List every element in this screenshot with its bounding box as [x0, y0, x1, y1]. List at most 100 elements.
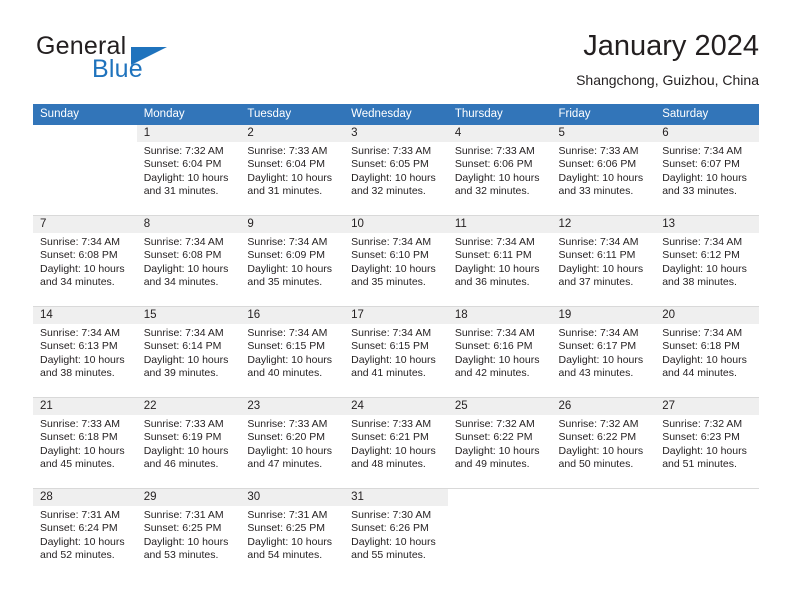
calendar-day[interactable]: 3 Sunrise: 7:33 AM Sunset: 6:05 PM Daylight… [344, 125, 448, 215]
daylight-text-line2: and 32 minutes. [351, 184, 426, 197]
daylight-text-line1: Daylight: 10 hours [143, 535, 229, 548]
sunrise-text: Sunrise: 7:33 AM [143, 418, 224, 430]
daylight-text-line2: and 49 minutes. [454, 457, 530, 470]
calendar-day[interactable]: 11 Sunrise: 7:34 AM Sunset: 6:11 PM Dayligh… [447, 216, 552, 306]
calendar-cell: 19 Sunrise: 7:34 AM Sunset: 6:17 PM Dayligh… [551, 306, 656, 398]
calendar-day[interactable]: 17 Sunrise: 7:34 AM Sunset: 6:15 PM Dayligh… [344, 307, 448, 397]
calendar-cell: 27 Sunrise: 7:32 AM Sunset: 6:23 PM Dayligh… [655, 397, 759, 489]
daylight-text-line1: Daylight: 10 hours [662, 444, 747, 457]
calendar-cell: 6 Sunrise: 7:34 AM Sunset: 6:07 PM Daylight… [655, 125, 759, 216]
title-block: January 2024 Shangchong, Guizhou, China [576, 28, 759, 91]
calendar-day[interactable]: 6 Sunrise: 7:34 AM Sunset: 6:07 PM Daylight… [655, 125, 759, 215]
sunset-text: Sunset: 6:13 PM [40, 340, 118, 353]
calendar-cell: 4 Sunrise: 7:33 AM Sunset: 6:06 PM Daylight… [447, 125, 552, 216]
calendar-day[interactable]: 25 Sunrise: 7:32 AM Sunset: 6:22 PM Dayligh… [447, 398, 552, 488]
sunrise-text: Sunrise: 7:33 AM [351, 418, 432, 430]
page-title: January 2024 [583, 30, 759, 62]
sunrise-text: Sunrise: 7:34 AM [662, 327, 743, 339]
daylight-text-line2: and 35 minutes. [351, 275, 426, 288]
calendar-cell [33, 125, 137, 216]
calendar-day[interactable]: 1 Sunrise: 7:32 AM Sunset: 6:04 PM Daylight… [136, 125, 241, 215]
day-number: 10 [344, 216, 448, 233]
sunrise-text: Sunrise: 7:33 AM [558, 145, 639, 157]
column-header-saturday: Saturday [655, 104, 759, 125]
calendar-day[interactable]: 14 Sunrise: 7:34 AM Sunset: 6:13 PM Dayligh… [33, 307, 137, 397]
calendar-cell: 20 Sunrise: 7:34 AM Sunset: 6:18 PM Dayligh… [655, 306, 759, 398]
daylight-text-line2: and 33 minutes. [662, 184, 737, 197]
column-header-friday: Friday [551, 104, 656, 125]
day-details: Sunrise: 7:34 AM Sunset: 6:11 PM Daylight:… [448, 233, 552, 289]
calendar-day[interactable]: 29 Sunrise: 7:31 AM Sunset: 6:25 PM Dayligh… [136, 489, 241, 579]
daylight-text-line2: and 44 minutes. [662, 366, 737, 379]
calendar-body: 1 Sunrise: 7:32 AM Sunset: 6:04 PM Daylight… [33, 125, 759, 579]
sunset-text: Sunset: 6:18 PM [662, 340, 740, 353]
calendar-day[interactable]: 28 Sunrise: 7:31 AM Sunset: 6:24 PM Dayligh… [33, 489, 137, 579]
calendar-day[interactable]: 12 Sunrise: 7:34 AM Sunset: 6:11 PM Dayligh… [551, 216, 656, 306]
calendar-day[interactable]: 5 Sunrise: 7:33 AM Sunset: 6:06 PM Daylight… [551, 125, 656, 215]
calendar-day[interactable]: 7 Sunrise: 7:34 AM Sunset: 6:08 PM Daylight… [33, 216, 137, 306]
sunset-text: Sunset: 6:09 PM [247, 249, 326, 262]
daylight-text-line1: Daylight: 10 hours [558, 171, 644, 184]
daylight-text-line1: Daylight: 10 hours [40, 353, 125, 366]
calendar-cell: 31 Sunrise: 7:30 AM Sunset: 6:26 PM Dayligh… [344, 488, 448, 579]
day-details: Sunrise: 7:34 AM Sunset: 6:15 PM Daylight:… [240, 324, 344, 380]
calendar-day[interactable]: 15 Sunrise: 7:34 AM Sunset: 6:14 PM Dayligh… [136, 307, 241, 397]
calendar-day[interactable]: 18 Sunrise: 7:34 AM Sunset: 6:16 PM Dayligh… [447, 307, 552, 397]
day-number: 4 [447, 125, 552, 142]
calendar-day[interactable]: 23 Sunrise: 7:33 AM Sunset: 6:20 PM Dayligh… [240, 398, 345, 488]
day-details: Sunrise: 7:32 AM Sunset: 6:22 PM Daylight:… [448, 415, 552, 471]
calendar-day[interactable]: 8 Sunrise: 7:34 AM Sunset: 6:08 PM Daylight… [136, 216, 241, 306]
day-number: 29 [136, 489, 241, 506]
calendar-day[interactable]: 22 Sunrise: 7:33 AM Sunset: 6:19 PM Dayligh… [136, 398, 241, 488]
calendar-day[interactable]: 31 Sunrise: 7:30 AM Sunset: 6:26 PM Dayligh… [344, 489, 448, 579]
calendar-day[interactable]: 27 Sunrise: 7:32 AM Sunset: 6:23 PM Dayligh… [655, 398, 759, 488]
day-number: 16 [240, 307, 345, 324]
brand-logo[interactable]: General Blue [33, 32, 273, 88]
calendar-day[interactable]: 21 Sunrise: 7:33 AM Sunset: 6:18 PM Dayligh… [33, 398, 137, 488]
calendar-day[interactable]: 10 Sunrise: 7:34 AM Sunset: 6:10 PM Dayligh… [344, 216, 448, 306]
calendar-week-row: 7 Sunrise: 7:34 AM Sunset: 6:08 PM Daylight… [33, 215, 759, 307]
sunset-text: Sunset: 6:19 PM [143, 431, 222, 444]
calendar-day[interactable]: 30 Sunrise: 7:31 AM Sunset: 6:25 PM Dayligh… [240, 489, 345, 579]
daylight-text-line1: Daylight: 10 hours [662, 262, 747, 275]
calendar-day[interactable]: 26 Sunrise: 7:32 AM Sunset: 6:22 PM Dayligh… [551, 398, 656, 488]
calendar-day[interactable]: 20 Sunrise: 7:34 AM Sunset: 6:18 PM Dayligh… [655, 307, 759, 397]
calendar-cell: 12 Sunrise: 7:34 AM Sunset: 6:11 PM Dayligh… [551, 215, 656, 307]
daylight-text-line1: Daylight: 10 hours [247, 171, 333, 184]
calendar-cell: 24 Sunrise: 7:33 AM Sunset: 6:21 PM Dayligh… [344, 397, 448, 489]
calendar-day[interactable]: 4 Sunrise: 7:33 AM Sunset: 6:06 PM Daylight… [447, 125, 552, 215]
sunset-text: Sunset: 6:11 PM [454, 249, 532, 262]
calendar-day[interactable]: 24 Sunrise: 7:33 AM Sunset: 6:21 PM Dayligh… [344, 398, 448, 488]
daylight-text-line1: Daylight: 10 hours [558, 262, 644, 275]
calendar-cell: 10 Sunrise: 7:34 AM Sunset: 6:10 PM Dayligh… [344, 215, 448, 307]
daylight-text-line1: Daylight: 10 hours [454, 171, 540, 184]
daylight-text-line1: Daylight: 10 hours [662, 353, 747, 366]
day-details: Sunrise: 7:34 AM Sunset: 6:16 PM Daylight:… [448, 324, 552, 380]
daylight-text-line1: Daylight: 10 hours [351, 171, 436, 184]
page-header: General Blue January 2024 Shangchong, Gu… [33, 28, 759, 96]
calendar-day[interactable]: 16 Sunrise: 7:34 AM Sunset: 6:15 PM Dayligh… [240, 307, 345, 397]
sunrise-text: Sunrise: 7:34 AM [143, 327, 224, 339]
calendar-day[interactable]: 19 Sunrise: 7:34 AM Sunset: 6:17 PM Dayligh… [551, 307, 656, 397]
sunrise-text: Sunrise: 7:34 AM [454, 236, 535, 248]
daylight-text-line1: Daylight: 10 hours [247, 444, 333, 457]
sunset-text: Sunset: 6:25 PM [247, 522, 326, 535]
day-number: 22 [136, 398, 241, 415]
daylight-text-line2: and 55 minutes. [351, 548, 426, 561]
sunrise-text: Sunrise: 7:34 AM [40, 327, 120, 339]
calendar-day[interactable]: 13 Sunrise: 7:34 AM Sunset: 6:12 PM Dayligh… [655, 216, 759, 306]
column-header-wednesday: Wednesday [344, 104, 448, 125]
sunset-text: Sunset: 6:06 PM [454, 158, 533, 171]
calendar-day[interactable]: 2 Sunrise: 7:33 AM Sunset: 6:04 PM Daylight… [240, 125, 345, 215]
calendar-cell: 14 Sunrise: 7:34 AM Sunset: 6:13 PM Dayligh… [33, 306, 137, 398]
daylight-text-line1: Daylight: 10 hours [351, 262, 436, 275]
daylight-text-line2: and 42 minutes. [454, 366, 530, 379]
day-number: 7 [33, 216, 137, 233]
daylight-text-line2: and 53 minutes. [143, 548, 219, 561]
calendar-day[interactable]: 9 Sunrise: 7:34 AM Sunset: 6:09 PM Daylight… [240, 216, 345, 306]
calendar-cell: 7 Sunrise: 7:34 AM Sunset: 6:08 PM Daylight… [33, 215, 137, 307]
day-details: Sunrise: 7:33 AM Sunset: 6:19 PM Daylight:… [137, 415, 241, 471]
sunset-text: Sunset: 6:08 PM [143, 249, 222, 262]
daylight-text-line1: Daylight: 10 hours [351, 353, 436, 366]
calendar-day-empty [447, 489, 552, 579]
